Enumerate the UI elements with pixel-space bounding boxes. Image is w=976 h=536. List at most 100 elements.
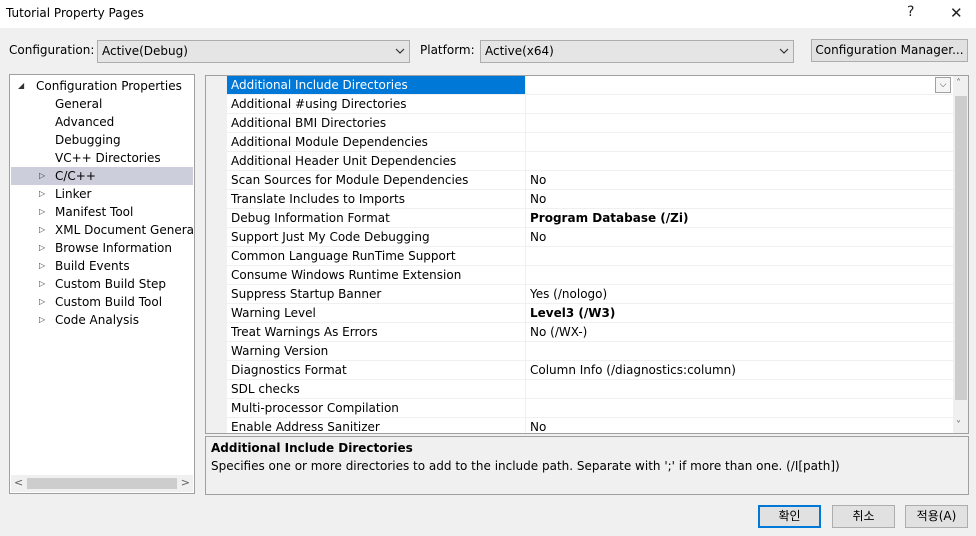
description-panel: Additional Include Directories Specifies…	[205, 436, 969, 495]
collapse-triangle-icon[interactable]: ◢	[18, 77, 24, 95]
configuration-manager-button[interactable]: Configuration Manager...	[811, 39, 968, 62]
property-row[interactable]: Consume Windows Runtime Extension	[227, 266, 953, 285]
property-value[interactable]	[527, 114, 953, 132]
property-value[interactable]	[527, 266, 953, 284]
property-value[interactable]	[527, 342, 953, 360]
expand-triangle-icon[interactable]: ▷	[39, 239, 45, 257]
property-row[interactable]: Treat Warnings As Errors No (/WX-)	[227, 323, 953, 342]
property-value[interactable]	[527, 247, 953, 265]
property-value[interactable]	[527, 133, 953, 151]
property-value[interactable]: Yes (/nologo)	[527, 285, 953, 303]
property-row[interactable]: Additional BMI Directories	[227, 114, 953, 133]
help-button[interactable]: ?	[907, 4, 914, 20]
tree-item-debugging[interactable]: Debugging	[11, 131, 193, 149]
platform-dropdown[interactable]: Active(x64)	[480, 40, 794, 63]
platform-value: Active(x64)	[485, 44, 554, 58]
property-value[interactable]: No	[527, 171, 953, 189]
property-name: Enable Address Sanitizer	[227, 418, 526, 433]
property-row[interactable]: Warning Level Level3 (/W3)	[227, 304, 953, 323]
expand-triangle-icon[interactable]: ▷	[39, 311, 45, 329]
property-name: Scan Sources for Module Dependencies	[227, 171, 526, 189]
tree-item-advanced[interactable]: Advanced	[11, 113, 193, 131]
property-value[interactable]: Column Info (/diagnostics:column)	[527, 361, 953, 379]
value-dropdown-button[interactable]: ⌵	[935, 77, 951, 93]
property-row[interactable]: Diagnostics Format Column Info (/diagnos…	[227, 361, 953, 380]
configuration-label: Configuration:	[9, 43, 95, 57]
tree-item-label: Manifest Tool	[55, 205, 134, 219]
property-row[interactable]: Common Language RunTime Support	[227, 247, 953, 266]
property-row[interactable]: Suppress Startup Banner Yes (/nologo)	[227, 285, 953, 304]
property-value[interactable]: Program Database (/Zi)	[527, 209, 953, 227]
property-row[interactable]: Translate Includes to Imports No	[227, 190, 953, 209]
expand-triangle-icon[interactable]: ▷	[39, 203, 45, 221]
property-value[interactable]	[527, 399, 953, 417]
window-title: Tutorial Property Pages	[6, 6, 144, 20]
chevron-down-icon	[779, 48, 789, 54]
scrollbar-thumb[interactable]	[27, 478, 177, 489]
tree-item-manifest-tool[interactable]: ▷ Manifest Tool	[11, 203, 193, 221]
configuration-value: Active(Debug)	[102, 44, 188, 58]
tree-item-general[interactable]: General	[11, 95, 193, 113]
property-name: Additional BMI Directories	[227, 114, 526, 132]
tree-item-custom-build-tool[interactable]: ▷ Custom Build Tool	[11, 293, 193, 311]
property-row[interactable]: Additional Header Unit Dependencies	[227, 152, 953, 171]
scroll-down-icon[interactable]: ˅	[956, 420, 961, 431]
property-name: SDL checks	[227, 380, 526, 398]
scrollbar-thumb[interactable]	[955, 96, 967, 400]
cancel-button[interactable]: 취소	[832, 505, 895, 528]
property-row[interactable]: Warning Version	[227, 342, 953, 361]
tree-item-c-cpp[interactable]: ▷ C/C++	[11, 167, 193, 185]
property-row[interactable]: Additional Module Dependencies	[227, 133, 953, 152]
tree-item-vc-directories[interactable]: VC++ Directories	[11, 149, 193, 167]
expand-triangle-icon[interactable]: ▷	[39, 257, 45, 275]
expand-triangle-icon[interactable]: ▷	[39, 185, 45, 203]
property-name: Multi-processor Compilation	[227, 399, 526, 417]
expand-triangle-icon[interactable]: ▷	[39, 167, 45, 185]
property-value[interactable]	[527, 380, 953, 398]
property-value[interactable]: No	[527, 228, 953, 246]
expand-triangle-icon[interactable]: ▷	[39, 293, 45, 311]
property-value[interactable]	[527, 76, 953, 94]
scroll-left-icon[interactable]: <	[14, 476, 23, 489]
tree-item-code-analysis[interactable]: ▷ Code Analysis	[11, 311, 193, 329]
tree-item-linker[interactable]: ▷ Linker	[11, 185, 193, 203]
description-title: Additional Include Directories	[211, 441, 413, 455]
close-button[interactable]: ✕	[950, 4, 963, 22]
property-value[interactable]: No	[527, 190, 953, 208]
apply-button[interactable]: 적용(A)	[905, 505, 968, 528]
configuration-dropdown[interactable]: Active(Debug)	[97, 40, 410, 63]
property-value[interactable]	[527, 95, 953, 113]
ok-button[interactable]: 확인	[758, 505, 821, 528]
scroll-right-icon[interactable]: >	[181, 476, 190, 489]
tree-item-label: Build Events	[55, 259, 130, 273]
property-name: Additional #using Directories	[227, 95, 526, 113]
tree-item-configuration-properties[interactable]: ◢ Configuration Properties	[11, 77, 193, 95]
property-row[interactable]: SDL checks	[227, 380, 953, 399]
property-row[interactable]: Additional #using Directories	[227, 95, 953, 114]
scroll-up-icon[interactable]: ˄	[956, 78, 961, 89]
property-row[interactable]: Multi-processor Compilation	[227, 399, 953, 418]
property-row[interactable]: Enable Address Sanitizer No	[227, 418, 953, 433]
grid-vertical-scrollbar[interactable]: ˄ ˅	[953, 76, 968, 433]
property-value[interactable]: No	[527, 418, 953, 433]
property-name: Warning Version	[227, 342, 526, 360]
grid-margin	[206, 76, 227, 433]
property-value[interactable]: Level3 (/W3)	[527, 304, 953, 322]
tree-item-custom-build-step[interactable]: ▷ Custom Build Step	[11, 275, 193, 293]
tree-item-label: Advanced	[55, 115, 115, 129]
tree-item-build-events[interactable]: ▷ Build Events	[11, 257, 193, 275]
property-name: Additional Module Dependencies	[227, 133, 526, 151]
property-value[interactable]: No (/WX-)	[527, 323, 953, 341]
property-row[interactable]: Scan Sources for Module Dependencies No	[227, 171, 953, 190]
property-row[interactable]: Debug Information Format Program Databas…	[227, 209, 953, 228]
tree-item-label: C/C++	[55, 169, 96, 183]
expand-triangle-icon[interactable]: ▷	[39, 275, 45, 293]
tree-item-xml-document-generator[interactable]: ▷ XML Document Generator	[11, 221, 193, 239]
property-row[interactable]: Support Just My Code Debugging No	[227, 228, 953, 247]
tree-horizontal-scrollbar[interactable]: < >	[11, 475, 193, 492]
tree-item-label: General	[55, 97, 103, 111]
property-row[interactable]: Additional Include Directories ⌵	[227, 76, 953, 95]
expand-triangle-icon[interactable]: ▷	[39, 221, 45, 239]
tree-item-browse-information[interactable]: ▷ Browse Information	[11, 239, 193, 257]
property-value[interactable]	[527, 152, 953, 170]
